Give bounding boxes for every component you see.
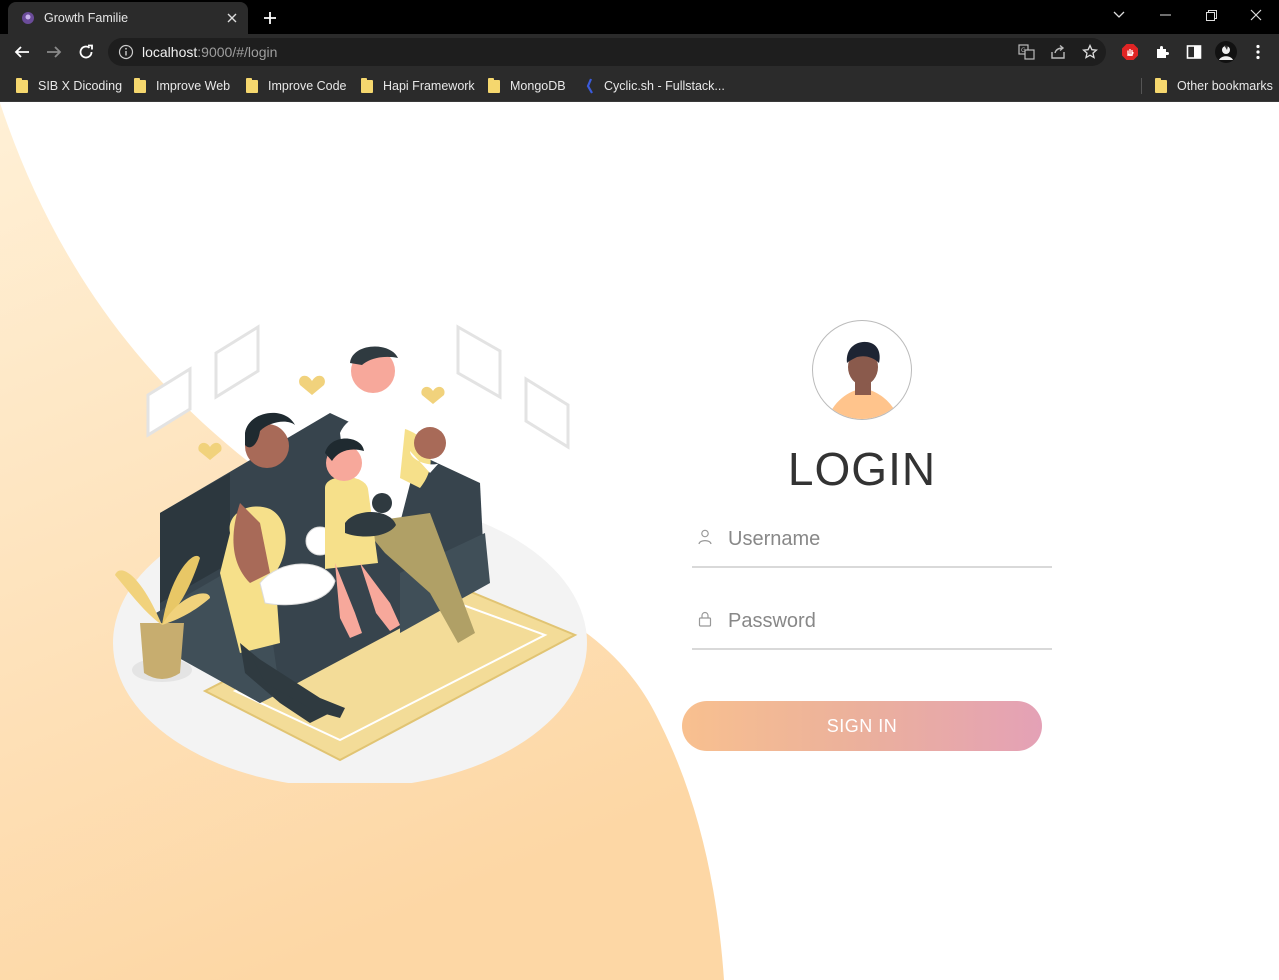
folder-icon [134, 77, 146, 93]
bookmark-hapi-framework[interactable]: Hapi Framework [361, 76, 475, 96]
extensions-puzzle-icon[interactable] [1150, 40, 1174, 64]
forward-arrow-icon[interactable] [42, 40, 66, 64]
user-icon [698, 529, 712, 545]
svg-text:G: G [1021, 47, 1026, 54]
close-window-icon[interactable] [1233, 0, 1279, 30]
url-text: localhost:9000/#/login [142, 44, 277, 60]
folder-icon [1155, 77, 1167, 93]
login-form: LOGIN SIGN IN [682, 320, 1052, 760]
tab-title: Growth Familie [44, 11, 129, 25]
bookmark-cyclic[interactable]: Cyclic.sh - Fullstack... [584, 76, 725, 96]
browser-menu-icon[interactable] [1246, 40, 1270, 64]
bookmark-label: MongoDB [510, 79, 566, 93]
url-host: localhost [142, 44, 198, 60]
url-path: :9000/#/login [197, 44, 278, 60]
folder-icon [16, 77, 28, 93]
user-avatar-icon [827, 341, 899, 419]
family-illustration [113, 324, 587, 783]
side-panel-icon[interactable] [1182, 40, 1206, 64]
close-tab-icon[interactable] [222, 8, 242, 28]
bookmark-improve-web[interactable]: Improve Web [134, 76, 230, 96]
bookmark-label: Improve Web [156, 79, 231, 93]
minimize-icon[interactable] [1142, 0, 1188, 30]
cyclic-icon [584, 78, 596, 94]
site-favicon-icon [20, 10, 36, 26]
bookmark-star-icon[interactable] [1078, 40, 1102, 64]
bookmark-label: Hapi Framework [383, 79, 475, 93]
browser-toolbar: localhost:9000/#/login G [0, 34, 1279, 70]
bookmark-improve-code[interactable]: Improve Code [246, 76, 347, 96]
bookmark-label: Cyclic.sh - Fullstack... [604, 79, 725, 93]
translate-icon[interactable]: G [1014, 40, 1038, 64]
username-input[interactable] [728, 524, 1048, 554]
bookmark-label: Improve Code [268, 79, 347, 93]
bookmark-sib-x-dicoding[interactable]: SIB X Dicoding [16, 76, 122, 96]
tab-strip: Growth Familie [0, 0, 1279, 34]
bookmark-label: Other bookmarks [1177, 79, 1273, 93]
bookmarks-bar: SIB X Dicoding Improve Web Improve Code … [0, 70, 1279, 102]
password-field [692, 600, 1052, 650]
bookmark-mongodb[interactable]: MongoDB [488, 76, 566, 96]
restore-icon[interactable] [1188, 0, 1234, 30]
site-info-icon[interactable] [118, 44, 134, 60]
folder-icon [246, 77, 258, 93]
login-page: LOGIN SIGN IN [0, 103, 1279, 980]
adblock-extension-icon[interactable] [1118, 40, 1142, 64]
username-field [692, 518, 1052, 568]
lock-icon [698, 611, 712, 627]
folder-icon [488, 77, 500, 93]
bookmarks-divider [1141, 78, 1142, 94]
new-tab-button[interactable] [258, 6, 282, 30]
login-title: LOGIN [787, 443, 937, 495]
folder-icon [361, 77, 373, 93]
back-arrow-icon[interactable] [10, 40, 34, 64]
user-avatar [812, 320, 912, 420]
share-icon[interactable] [1046, 40, 1070, 64]
reload-icon[interactable] [74, 40, 98, 64]
other-bookmarks[interactable]: Other bookmarks [1155, 76, 1273, 96]
tab-search-icon[interactable] [1096, 0, 1142, 30]
sign-in-button[interactable]: SIGN IN [682, 701, 1042, 751]
profile-avatar-icon[interactable] [1214, 40, 1238, 64]
password-input[interactable] [728, 606, 1048, 636]
bookmark-label: SIB X Dicoding [38, 79, 123, 93]
address-bar[interactable]: localhost:9000/#/login G [108, 38, 1106, 66]
active-tab[interactable]: Growth Familie [8, 2, 248, 34]
